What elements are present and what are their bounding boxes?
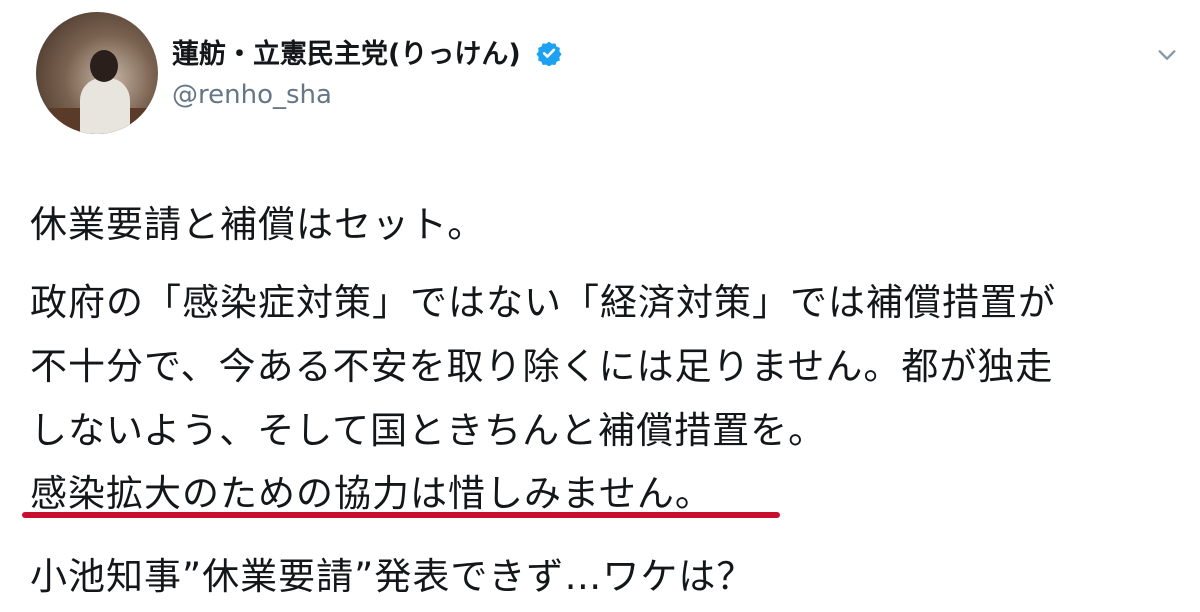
user-handle[interactable]: @renho_sha — [172, 80, 332, 110]
verified-badge-icon — [536, 41, 562, 66]
avatar-figure-body — [80, 78, 130, 134]
avatar[interactable] — [36, 12, 158, 134]
tweet-text-line-5-highlighted: 感染拡大のための協力は惜しみません。 — [30, 472, 713, 515]
avatar-figure-head — [90, 50, 118, 82]
tweet-text-line-3: 不十分で、今ある不安を取り除くには足りません。都が独走 — [30, 345, 1054, 388]
tweet-text-line-4: しないよう、そして国ときちんと補償措置を。 — [30, 409, 827, 452]
display-name[interactable]: 蓮舫・立憲民主党(りっけん) — [172, 32, 562, 71]
chevron-down-icon[interactable] — [1156, 44, 1178, 66]
display-name-text: 蓮舫・立憲民主党(りっけん) — [172, 39, 521, 70]
red-underline-highlight — [22, 512, 780, 518]
tweet-text-line-2: 政府の「感染症対策」ではない「経済対策」では補償措置が — [30, 281, 1056, 324]
article-headline: 小池知事”休業要請”発表できず…ワケは？ — [30, 555, 755, 598]
tweet-text-line-1: 休業要請と補償はセット。 — [30, 203, 486, 246]
